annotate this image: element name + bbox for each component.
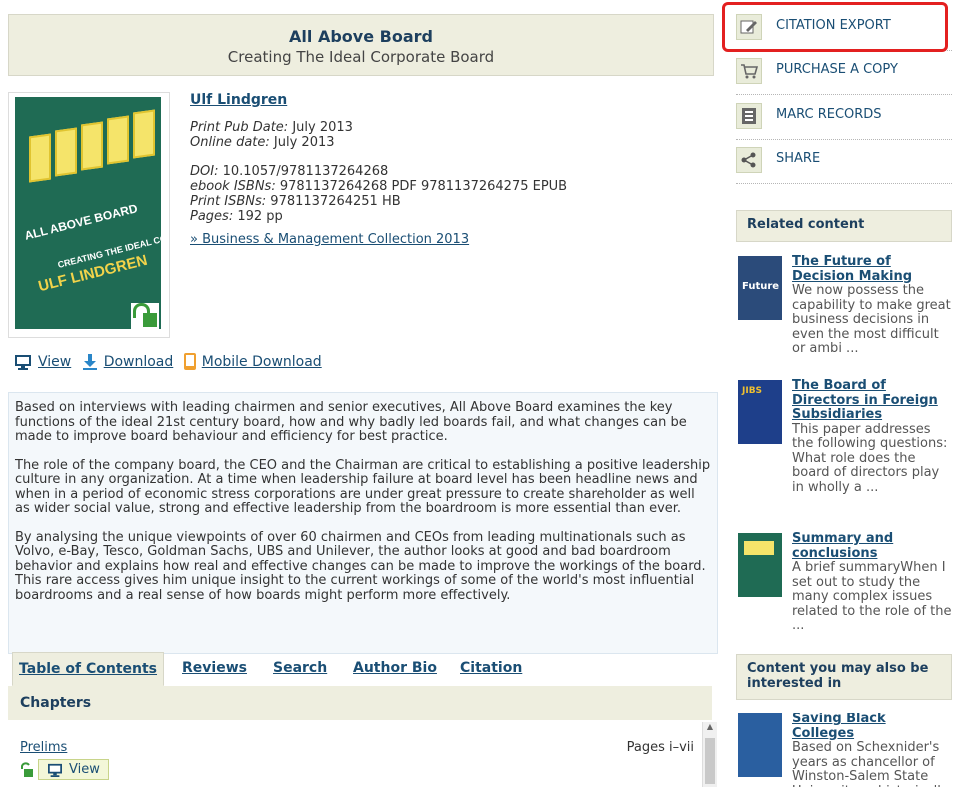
ebook-isbn-value: 9781137264268 PDF 9781137264275 EPUB — [279, 179, 568, 194]
book-title-box: All Above Board Creating The Ideal Corpo… — [8, 14, 714, 76]
description-paragraph: The role of the company board, the CEO a… — [15, 457, 711, 516]
related-title-link[interactable]: The Board of Directors in Foreign Subsid… — [792, 378, 952, 423]
monitor-icon — [15, 355, 31, 370]
chapter-row: Prelims Pages i–vii View — [20, 740, 694, 780]
description-paragraph: Based on interviews with leading chairme… — [15, 400, 687, 444]
chapters-heading: Chapters — [8, 686, 712, 720]
related-title-link[interactable]: Summary and conclusions — [792, 531, 952, 561]
tab-citation[interactable]: Citation — [454, 652, 528, 684]
scrollbar-thumb[interactable] — [705, 738, 715, 784]
sidebar-item-marc-records[interactable]: MARC RECORDS — [736, 95, 952, 140]
online-date-value: July 2013 — [273, 135, 335, 150]
book-actions: View Download Mobile Download — [14, 353, 328, 374]
online-date-label: Online date: — [190, 135, 270, 150]
author-link[interactable]: Ulf Lindgren — [190, 92, 287, 108]
also-title-link[interactable]: Saving Black Colleges — [792, 713, 952, 741]
related-thumbnail[interactable]: JIBS — [738, 380, 782, 444]
print-isbn-label: Print ISBNs: — [190, 194, 267, 209]
also-thumbnail[interactable] — [738, 713, 782, 777]
highlight-box — [722, 2, 948, 52]
view-button[interactable]: View — [38, 354, 71, 370]
tab-author-bio[interactable]: Author Bio — [347, 652, 443, 684]
download-icon — [82, 354, 97, 370]
mobile-download-button[interactable]: Mobile Download — [202, 354, 322, 370]
print-isbn-value: 9781137264251 HB — [270, 194, 401, 209]
open-access-lock-icon — [131, 303, 159, 329]
book-cover-frame: ALL ABOVE BOARD CREATING THE IDEAL CORPO… — [8, 92, 170, 338]
mobile-icon — [183, 353, 196, 370]
book-title: All Above Board — [289, 27, 433, 46]
description-paragraph: By analysing the unique viewpoints of ov… — [15, 529, 706, 603]
chapter-view-label: View — [69, 762, 100, 777]
related-snippet: A brief summaryWhen I set out to study t… — [792, 560, 952, 633]
sidebar-item-label: SHARE — [776, 151, 821, 166]
related-title-link[interactable]: The Future of Decision Making — [792, 254, 952, 284]
related-thumbnail[interactable] — [738, 533, 782, 597]
also-interested-heading: Content you may also be interested in — [736, 654, 952, 700]
scroll-up-arrow-icon[interactable]: ▲ — [703, 722, 717, 731]
marc-records-icon — [736, 103, 762, 129]
sidebar-item-share[interactable]: SHARE — [736, 139, 952, 184]
also-snippet: Based on Schexnider's years as chancello… — [792, 740, 949, 787]
cover-window-decoration — [107, 115, 129, 165]
sidebar-item-purchase[interactable]: PURCHASE A COPY — [736, 50, 952, 95]
cover-title-text: ALL ABOVE BOARD — [23, 201, 139, 243]
also-item: Saving Black Colleges Based on Schexnide… — [736, 713, 952, 787]
share-icon — [736, 147, 762, 173]
open-lock-icon — [21, 761, 33, 777]
collection-link[interactable]: » Business & Management Collection 2013 — [190, 232, 469, 247]
related-snippet: We now possess the capability to make gr… — [792, 283, 951, 356]
chapter-view-button[interactable]: View — [38, 759, 109, 780]
book-cover-image[interactable]: ALL ABOVE BOARD CREATING THE IDEAL CORPO… — [15, 97, 161, 329]
tab-table-of-contents[interactable]: Table of Contents — [12, 652, 165, 686]
pages-value: 192 pp — [237, 209, 283, 224]
tab-reviews[interactable]: Reviews — [176, 652, 253, 684]
cover-window-decoration — [55, 127, 77, 177]
cart-icon — [736, 58, 762, 84]
monitor-icon — [48, 763, 62, 777]
content-tabs: Table of Contents Reviews Search Author … — [8, 652, 712, 687]
print-pub-value: July 2013 — [292, 120, 353, 135]
cover-window-decoration — [81, 121, 103, 171]
sidebar-item-label: PURCHASE A COPY — [776, 62, 898, 77]
sidebar-item-label: MARC RECORDS — [776, 107, 882, 122]
doi-label: DOI: — [190, 164, 219, 179]
chapter-title-link[interactable]: Prelims — [20, 740, 67, 755]
book-subtitle: Creating The Ideal Corporate Board — [227, 48, 495, 66]
ebook-isbn-label: ebook ISBNs: — [190, 179, 276, 194]
related-thumbnail[interactable]: Future — [738, 256, 782, 320]
tab-search[interactable]: Search — [267, 652, 333, 684]
book-description: Based on interviews with leading chairme… — [8, 392, 718, 654]
chapter-pages: Pages i–vii — [626, 740, 694, 755]
doi-value: 10.1057/9781137264268 — [222, 164, 389, 179]
related-snippet: This paper addresses the following quest… — [792, 421, 948, 495]
book-metadata: Ulf Lindgren Print Pub Date: July 2013 O… — [190, 92, 710, 248]
cover-window-decoration — [133, 109, 155, 159]
related-content-heading: Related content — [736, 210, 952, 242]
chapters-scrollbar[interactable]: ▲ — [702, 722, 717, 787]
download-button[interactable]: Download — [104, 354, 174, 370]
cover-window-decoration — [29, 133, 51, 183]
pages-label: Pages: — [190, 209, 234, 224]
print-pub-label: Print Pub Date: — [190, 120, 289, 135]
